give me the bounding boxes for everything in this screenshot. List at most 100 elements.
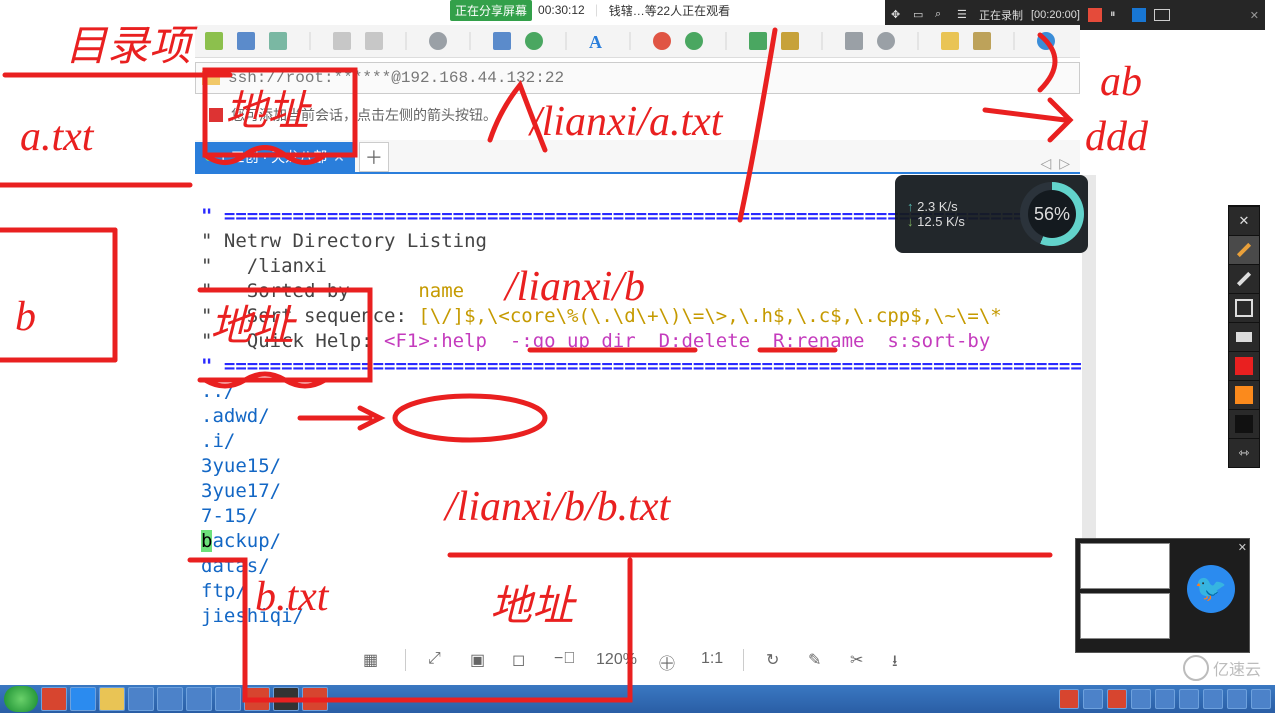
color-orange-button[interactable] [1229, 380, 1259, 409]
taskbar-item[interactable] [157, 687, 183, 711]
list-item[interactable]: ../ [201, 380, 235, 402]
highlighter-tool-button[interactable] [1229, 264, 1259, 293]
link-icon[interactable] [333, 32, 351, 50]
move-icon[interactable]: ✥ [891, 8, 905, 22]
start-button[interactable] [4, 686, 38, 712]
menu-icon[interactable]: ☰ [957, 8, 971, 22]
new-icon[interactable] [205, 32, 223, 50]
actual-size-icon[interactable]: ▣ [470, 650, 490, 670]
one-to-one-icon[interactable]: 1:1 [701, 650, 721, 670]
thumbnail-page-1[interactable] [1080, 543, 1170, 589]
netrw-cwd: " /lianxi [201, 255, 327, 277]
tray-icon[interactable] [1083, 689, 1103, 709]
fit-window-icon[interactable]: ◻ [512, 650, 532, 670]
refresh-icon[interactable] [269, 32, 287, 50]
window-icon[interactable]: ▭ [913, 8, 927, 22]
taskbar-item[interactable] [41, 687, 67, 711]
expand-tool-button[interactable]: ⇿ [1229, 438, 1259, 467]
taskbar-item[interactable] [70, 687, 96, 711]
eraser-tool-button[interactable] [1229, 322, 1259, 351]
rotate-icon[interactable]: ↻ [766, 650, 786, 670]
tray-icon[interactable] [1179, 689, 1199, 709]
rect-tool-button[interactable] [1229, 293, 1259, 322]
tray-icon[interactable] [1059, 689, 1079, 709]
network-gauge[interactable]: ↑ 2.3 K/s ↓ 12.5 K/s 56% [895, 175, 1088, 253]
bookmark-icon[interactable] [209, 108, 223, 122]
color-red-button[interactable] [1229, 351, 1259, 380]
screen-share-bar: 正在分享屏幕 00:30:12 ｜ 钱辖…等22人正在观看 [450, 0, 730, 20]
list-item[interactable]: 7-15/ [201, 505, 258, 527]
list-item[interactable]: .i/ [201, 430, 235, 452]
edit-icon[interactable]: ✎ [808, 650, 828, 670]
help-icon[interactable] [1037, 32, 1055, 50]
taskbar-item[interactable] [128, 687, 154, 711]
address-bar[interactable]: ssh://root:******@192.168.44.132:22 [195, 62, 1080, 94]
tab-session-1[interactable]: 1 三创 · 天龙八部 ✕ [195, 142, 355, 172]
folder-icon[interactable] [973, 32, 991, 50]
system-tray[interactable] [1059, 689, 1271, 709]
recording-label: 正在录制 [979, 7, 1023, 23]
taskbar-item[interactable] [186, 687, 212, 711]
taskbar-item[interactable] [244, 687, 270, 711]
netrw-sorted-value: name [418, 280, 464, 302]
tray-icon[interactable] [1251, 689, 1271, 709]
fullscreen-icon[interactable] [749, 32, 767, 50]
list-item[interactable]: ftp/ [201, 580, 247, 602]
tab-close-button[interactable]: ✕ [333, 149, 345, 166]
tray-icon[interactable] [1131, 689, 1151, 709]
gauge-ring-icon: 56% [1020, 182, 1084, 246]
tab-prev-button[interactable]: ◁ [1040, 155, 1051, 172]
marker-button[interactable] [1132, 8, 1146, 22]
annot-close-button[interactable]: ✕ [1229, 206, 1259, 235]
list-item[interactable]: datas/ [201, 555, 270, 577]
windows-taskbar[interactable] [0, 685, 1275, 713]
zoom-icon[interactable]: ⌕ [935, 8, 949, 22]
list-item[interactable]: 3yue17/ [201, 480, 281, 502]
keyboard-icon[interactable] [845, 32, 863, 50]
crop-icon[interactable]: ✂ [850, 650, 870, 670]
annotation-tool-panel[interactable]: ✕ ⇿ [1228, 205, 1260, 468]
color-black-button[interactable] [1229, 409, 1259, 438]
play-icon[interactable] [685, 32, 703, 50]
taskbar-item[interactable] [99, 687, 125, 711]
close-recorder-button[interactable]: ✕ [1250, 9, 1259, 22]
tray-icon[interactable] [1107, 689, 1127, 709]
new-file-icon[interactable] [941, 32, 959, 50]
list-item[interactable]: backup/ [201, 530, 281, 552]
viewers-label: 钱辖…等22人正在观看 [609, 2, 730, 19]
list-item[interactable]: 3yue15/ [201, 455, 281, 477]
tab-next-button[interactable]: ▷ [1059, 155, 1070, 172]
lock-icon[interactable] [781, 32, 799, 50]
fit-screen-icon[interactable]: ⤢ [428, 650, 448, 670]
tray-icon[interactable] [1227, 689, 1247, 709]
thumbnail-page-2[interactable] [1080, 593, 1170, 639]
zoom-out-icon[interactable]: −⃝ [554, 650, 574, 670]
search-icon[interactable] [429, 32, 447, 50]
pause-icon[interactable]: ⏸ [1110, 8, 1124, 22]
tray-icon[interactable] [1203, 689, 1223, 709]
taskbar-item[interactable] [273, 687, 299, 711]
stop-record-button[interactable] [1088, 8, 1102, 22]
hint-bar: 您可添加当前会话，点击左侧的箭头按钮。 [195, 100, 1080, 130]
zoom-in-icon[interactable]: ＋⃝ [659, 650, 679, 670]
grid-view-icon[interactable]: ▦ [363, 650, 383, 670]
watermark: 亿速云 [1183, 655, 1261, 681]
font-icon[interactable]: A [589, 32, 607, 50]
camera-icon[interactable] [1154, 9, 1170, 21]
list-item[interactable]: .adwd/ [201, 405, 270, 427]
taskbar-item[interactable] [215, 687, 241, 711]
download-icon[interactable]: ⭳ [892, 650, 912, 670]
save-icon[interactable] [237, 32, 255, 50]
assistant-bird-icon[interactable]: 🐦 [1187, 565, 1235, 613]
pen-tool-button[interactable] [1229, 235, 1259, 264]
user-icon[interactable] [877, 32, 895, 50]
list-item[interactable]: jieshiqi/ [201, 605, 304, 627]
taskbar-item[interactable] [302, 687, 328, 711]
tray-icon[interactable] [1155, 689, 1175, 709]
layout-icon[interactable] [493, 32, 511, 50]
new-tab-button[interactable]: ＋ [359, 142, 389, 172]
record-circle-icon[interactable] [653, 32, 671, 50]
copy-icon[interactable] [365, 32, 383, 50]
globe-icon[interactable] [525, 32, 543, 50]
thumbnail-close-button[interactable]: ✕ [1238, 541, 1247, 554]
